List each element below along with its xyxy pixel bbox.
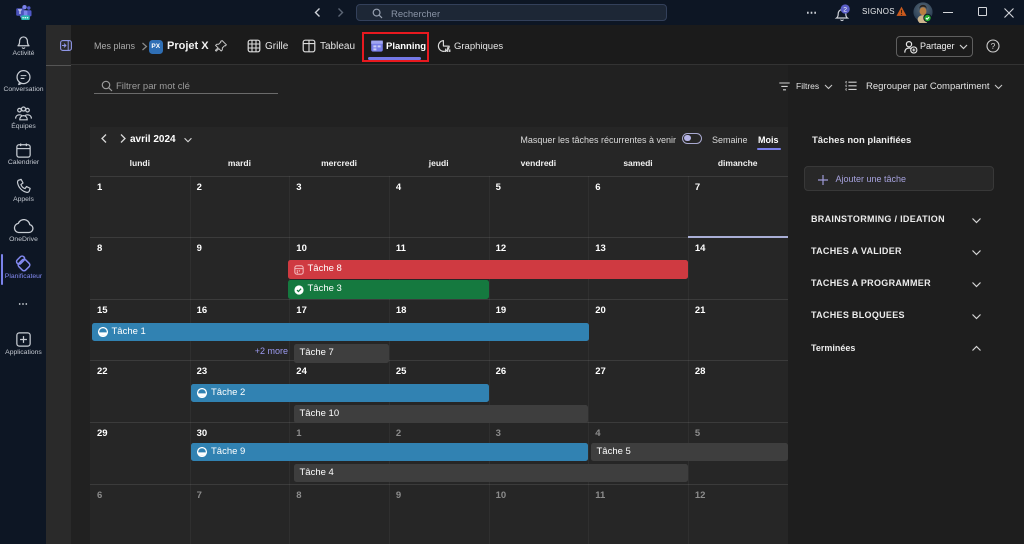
- svg-text:T: T: [18, 9, 22, 16]
- svg-text:2: 2: [843, 6, 847, 13]
- svg-text:?: ?: [991, 41, 996, 51]
